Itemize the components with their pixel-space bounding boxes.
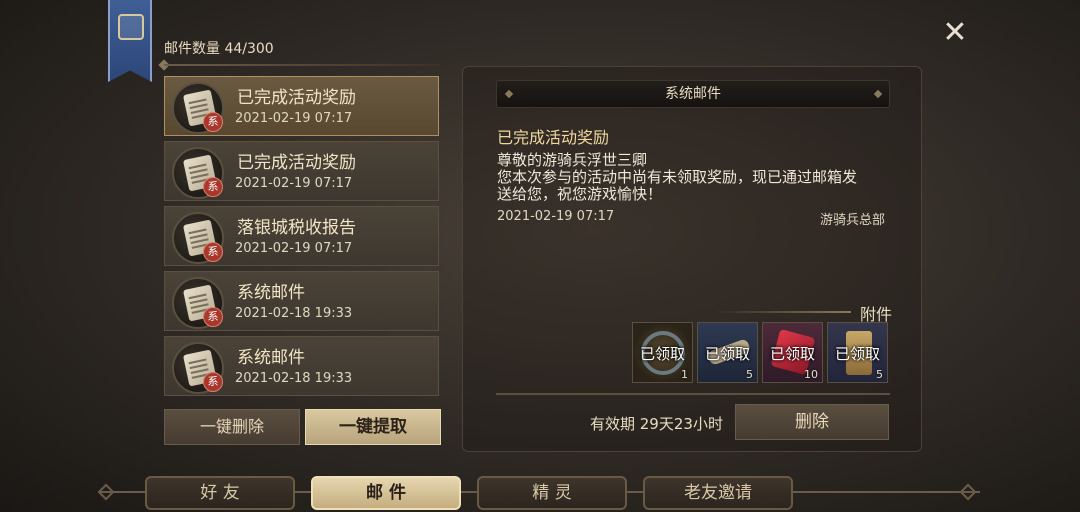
divider [496,393,890,395]
claimed-label: 已领取 [639,345,685,363]
mail-title: 已完成活动奖励 [237,88,356,108]
detail-header: 系统邮件 [496,80,890,108]
mail-title: 已完成活动奖励 [237,153,356,173]
tab-friends[interactable]: 好 友 [145,476,295,510]
mail-title: 系统邮件 [237,348,305,368]
detail-date: 2021-02-19 07:17 [497,209,615,224]
rail-ornament [959,483,977,501]
rail-ornament [97,483,115,501]
reward-slot[interactable]: 已领取 5 [697,322,758,383]
mail-date: 2021-02-18 19:33 [235,306,353,321]
list-item[interactable]: 系 已完成活动奖励 2021-02-19 07:17 [164,76,439,136]
close-icon[interactable]: ✕ [940,18,970,48]
system-badge: 系 [203,307,223,327]
tab-spirits[interactable]: 精 灵 [477,476,627,510]
mail-date: 2021-02-18 19:33 [235,371,353,386]
reward-quantity: 5 [876,368,883,381]
attachment-divider [716,311,851,313]
detail-title: 已完成活动奖励 [497,128,610,147]
system-badge: 系 [203,112,223,132]
reward-slot[interactable]: 已领取 10 [762,322,823,383]
claim-all-button[interactable]: 一键提取 [305,409,441,445]
mail-title: 系统邮件 [237,283,305,303]
system-badge: 系 [203,177,223,197]
mail-title: 落银城税收报告 [237,218,356,238]
tab-invite-old-friends[interactable]: 老友邀请 [643,476,793,510]
list-item[interactable]: 系 系统邮件 2021-02-18 19:33 [164,271,439,331]
mail-date: 2021-02-19 07:17 [235,111,353,126]
reward-slot[interactable]: 已领取 5 [827,322,888,383]
mailbox-icon [118,14,144,40]
list-item[interactable]: 系 系统邮件 2021-02-18 19:33 [164,336,439,396]
system-badge: 系 [203,242,223,262]
delete-all-button[interactable]: 一键删除 [164,409,300,445]
detail-body-line: 送给您，祝您游戏愉快！ [497,185,663,203]
list-item[interactable]: 系 落银城税收报告 2021-02-19 07:17 [164,206,439,266]
divider [164,64,440,66]
tab-mail[interactable]: 邮 件 [311,476,461,510]
detail-sender: 游骑兵总部 [820,213,886,228]
delete-button[interactable]: 删除 [735,404,889,440]
system-badge: 系 [203,372,223,392]
validity-text: 有效期 29天23小时 [590,415,723,433]
claimed-label: 已领取 [704,345,750,363]
claimed-label: 已领取 [769,345,815,363]
reward-slot[interactable]: 已领取 1 [632,322,693,383]
mail-count: 邮件数量 44/300 [164,41,274,57]
list-item[interactable]: 系 已完成活动奖励 2021-02-19 07:17 [164,141,439,201]
mail-date: 2021-02-19 07:17 [235,176,353,191]
claimed-label: 已领取 [834,345,880,363]
mail-banner [108,0,152,82]
reward-quantity: 5 [746,368,753,381]
reward-quantity: 1 [681,368,688,381]
mail-date: 2021-02-19 07:17 [235,241,353,256]
reward-quantity: 10 [804,368,818,381]
